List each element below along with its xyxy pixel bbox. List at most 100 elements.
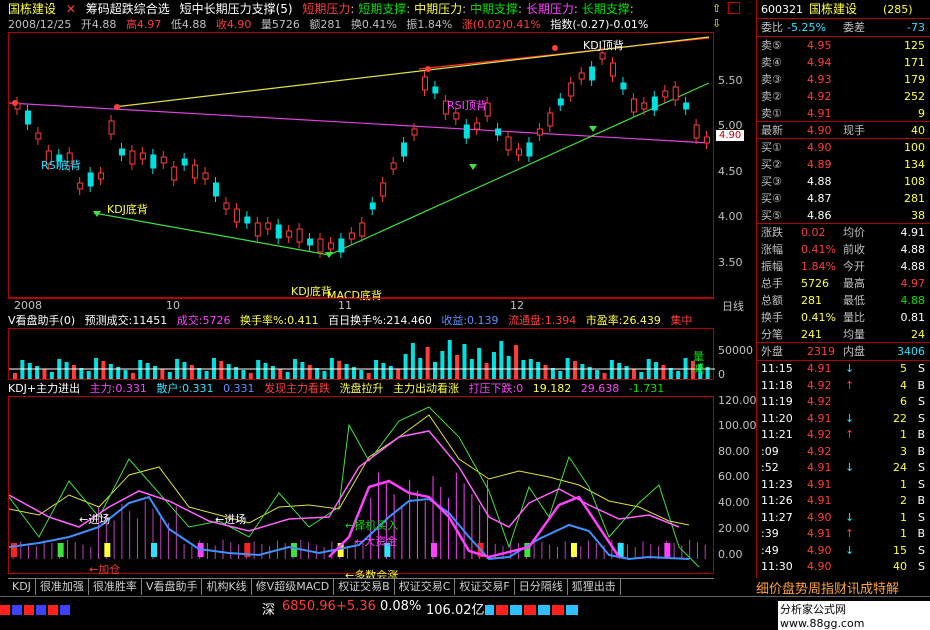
indicator-desc: 短中长期压力支撑(5) bbox=[179, 2, 293, 16]
volume-bar bbox=[130, 373, 135, 379]
ask-label: 卖① bbox=[761, 107, 782, 120]
stat-value: 1.84% bbox=[801, 260, 836, 273]
arrow-up-icon[interactable]: ⇧ bbox=[712, 2, 721, 15]
tick-row: 11:20 4.91 ↓ 22 S bbox=[757, 410, 930, 427]
volume-bar bbox=[388, 366, 393, 379]
indicator-tab[interactable]: 很准加强 bbox=[36, 579, 89, 595]
tick-direction-icon: ↓ bbox=[845, 510, 855, 524]
detail-tabs[interactable]: 细价盘势周指财讯成特解 bbox=[756, 578, 930, 597]
volume-bar bbox=[558, 371, 563, 379]
stat-row: 涨幅 0.41% 前收 4.88 bbox=[757, 241, 930, 258]
info-amplitude: 振1.84% bbox=[406, 18, 453, 31]
signal-block bbox=[431, 543, 437, 557]
tick-row: 11:19 4.92 6 S bbox=[757, 393, 930, 410]
ask-label: 卖⑤ bbox=[761, 39, 782, 52]
volume-bar bbox=[381, 363, 386, 379]
stat-value: 0.41% bbox=[801, 311, 836, 324]
candle-body bbox=[672, 86, 679, 101]
volume-bar bbox=[580, 364, 585, 379]
bid-label: 买⑤ bbox=[761, 209, 782, 222]
stat-value: 0.81 bbox=[900, 311, 926, 324]
indicator-tab[interactable]: KDJ bbox=[8, 579, 36, 595]
kdj-indicator-name[interactable]: KDJ+主力进出 bbox=[8, 380, 80, 396]
candle-body bbox=[202, 172, 209, 180]
tick-direction-icon: ↓ bbox=[845, 411, 855, 425]
candlestick-chart[interactable]: RSI底背 KDJ底背 KDJ底背 MACD底背 RSI顶背 KDJ顶背 bbox=[8, 32, 714, 302]
indicator-tab[interactable]: 很准胜率 bbox=[89, 579, 142, 595]
volume-bar bbox=[145, 363, 150, 379]
stats-block: 涨跌 0.02 均价 4.91 涨幅 0.41% 前收 4.88 振幅 1.84% 今开 4.88 总手… bbox=[757, 223, 930, 341]
stat-label: 均量 bbox=[843, 328, 865, 341]
date-tick: 11 bbox=[338, 299, 352, 312]
candle-body bbox=[474, 122, 481, 130]
indicator-name[interactable]: 筹码超跌综合选 bbox=[86, 0, 170, 17]
volume-flow: 流通盘:1.394 bbox=[508, 314, 577, 327]
candle-body bbox=[338, 238, 345, 253]
stat-label: 涨幅 bbox=[761, 243, 783, 256]
info-amount: 额281 bbox=[309, 18, 342, 31]
indicator-tab[interactable]: 狐狸出击 bbox=[568, 579, 621, 595]
candle-body bbox=[536, 128, 543, 136]
indicator-tab[interactable]: 修V超级MACD bbox=[252, 579, 335, 595]
quote-title-row: 600321 国栋建设 (285) bbox=[757, 1, 930, 18]
candle-body bbox=[24, 110, 31, 125]
stat-row: 振幅 1.84% 今开 4.88 bbox=[757, 258, 930, 275]
stat-label: 最高 bbox=[843, 277, 865, 290]
signal-block bbox=[104, 543, 111, 557]
last-price-tag: 4.90 bbox=[716, 130, 745, 141]
market-amount: 106.02亿 bbox=[426, 599, 485, 618]
candle-body bbox=[641, 102, 648, 110]
tick-price: 4.90 bbox=[807, 560, 832, 573]
tick-price: 4.91 bbox=[807, 461, 832, 474]
candle-body bbox=[275, 224, 282, 239]
candle-body bbox=[526, 142, 533, 157]
indicator-tab[interactable]: 机构K线 bbox=[202, 579, 252, 595]
info-close: 收4.90 bbox=[215, 18, 252, 31]
stat-value: 4.97 bbox=[900, 277, 926, 290]
stock-name[interactable]: 国栋建设 bbox=[8, 0, 56, 17]
tick-volume: 22 bbox=[893, 411, 907, 425]
volume-chart[interactable]: 量减 bbox=[8, 328, 715, 380]
bid-book: 买① 4.90 100 买② 4.89 134 买③ 4.88 108 买④ 4.87 281 买⑤ 4.… bbox=[757, 138, 930, 222]
bid-volume: 108 bbox=[904, 175, 925, 188]
price-tick: 4.00 bbox=[718, 210, 743, 223]
volume-bar bbox=[359, 370, 364, 379]
tick-side: S bbox=[918, 543, 925, 557]
kdj-chart[interactable]: ←进场 ←进场 ←加仓 ←择机买入 ←大资金 ←多数会涨 bbox=[8, 396, 714, 582]
tick-time: :52 bbox=[761, 461, 779, 474]
tick-price: 4.90 bbox=[807, 543, 832, 557]
tick-volume: 2 bbox=[900, 494, 907, 507]
volume-bar bbox=[433, 362, 437, 379]
info-high: 高4.97 bbox=[125, 18, 162, 31]
indicator-tab[interactable]: 权证交易F bbox=[455, 579, 515, 595]
inner-label: 内盘 bbox=[843, 345, 865, 358]
volume-traded: 成交:5726 bbox=[176, 314, 231, 327]
tick-volume: 4 bbox=[900, 378, 907, 392]
indicator-tab[interactable]: V看盘助手 bbox=[142, 579, 203, 595]
indicator-tab[interactable]: 权证交易B bbox=[334, 579, 395, 595]
volume-indicator-name[interactable]: V看盘助手(0) bbox=[8, 312, 75, 328]
status-bar: 深 6850.96 +5.36 0.08% 106.02亿 分析家公式网www.… bbox=[0, 596, 930, 630]
bid-volume: 100 bbox=[904, 141, 925, 154]
ask-volume: 252 bbox=[904, 90, 925, 103]
signal-block bbox=[151, 543, 157, 557]
close-indicator-icon[interactable]: ✕ bbox=[66, 2, 76, 16]
volume-bar bbox=[514, 345, 519, 379]
window-box-icon[interactable] bbox=[728, 2, 740, 14]
kdj-label-enter-1: ←进场 bbox=[79, 513, 111, 526]
stat-row: 总手 5726 最高 4.97 bbox=[757, 275, 930, 292]
indicator-tab[interactable]: 日分隔线 bbox=[515, 579, 568, 595]
kdj-label-add: ←加仓 bbox=[89, 563, 121, 576]
stat-label: 最低 bbox=[843, 294, 865, 307]
indicator-tab[interactable]: 权证交易C bbox=[395, 579, 456, 595]
date-tick: 12 bbox=[510, 299, 524, 312]
stat-label: 前收 bbox=[843, 243, 865, 256]
quote-count: (285) bbox=[883, 3, 913, 16]
volume-bar bbox=[204, 371, 209, 379]
candle-body bbox=[160, 156, 167, 164]
stat-value: 4.88 bbox=[900, 243, 926, 256]
volume-bar bbox=[617, 363, 622, 379]
bid-row: 买④ 4.87 281 bbox=[757, 190, 930, 207]
candle-body bbox=[662, 90, 669, 98]
volume-bar bbox=[403, 354, 408, 379]
